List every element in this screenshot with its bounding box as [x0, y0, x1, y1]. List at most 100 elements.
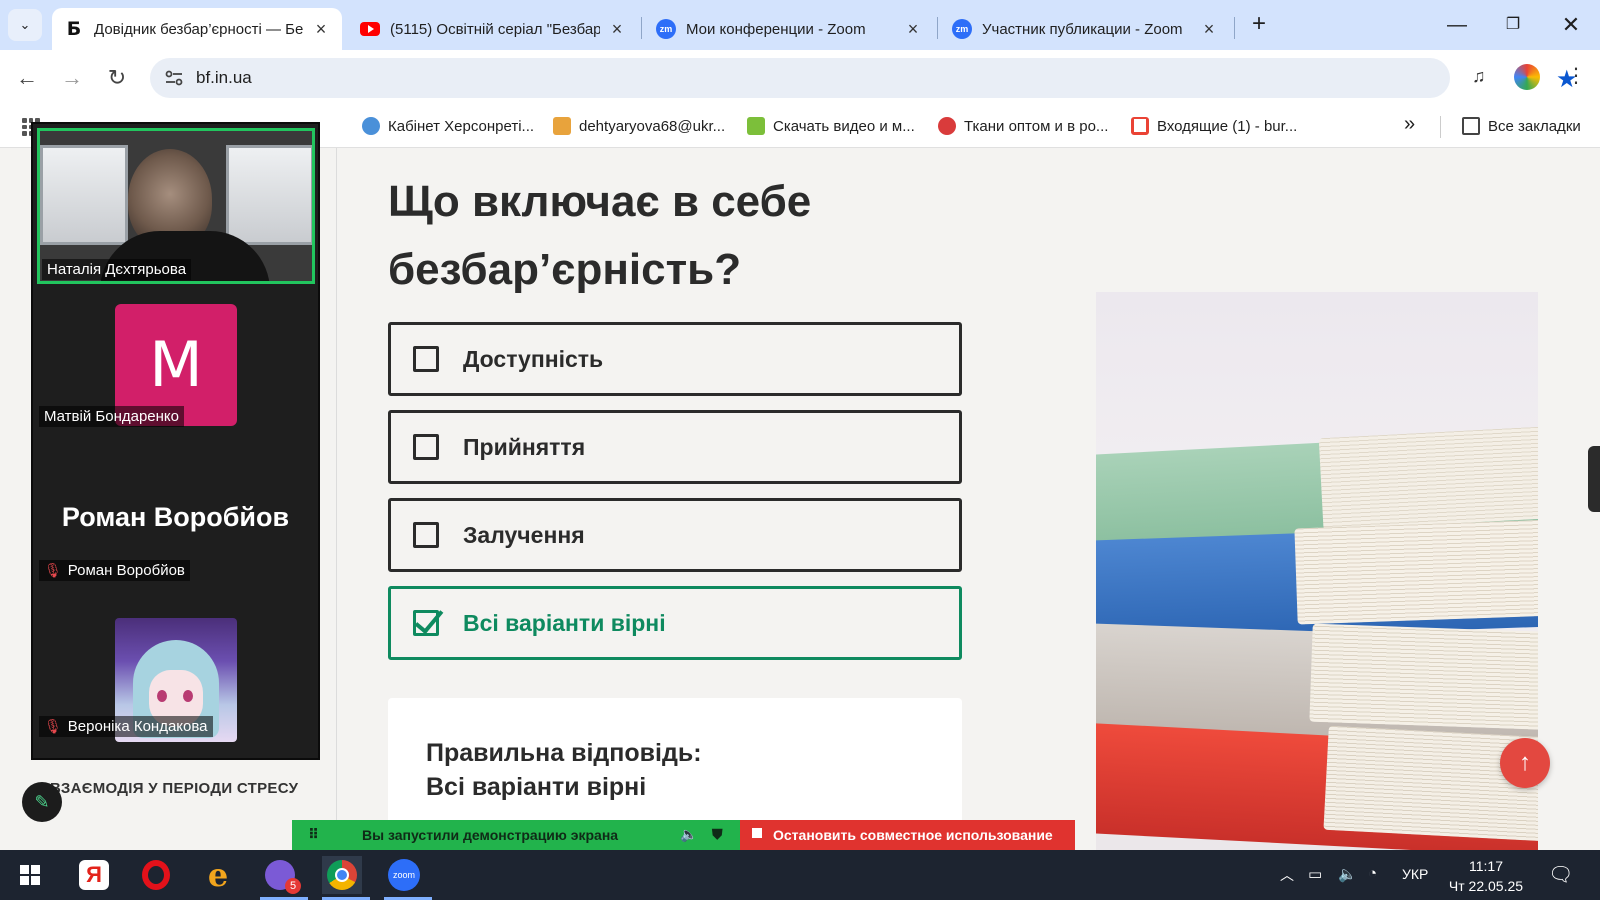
minimize-icon[interactable]: —	[1437, 10, 1477, 40]
chevron-down-icon: ⌄	[19, 17, 31, 32]
start-button[interactable]	[10, 856, 50, 894]
participant-name: Матвій Бондаренко	[39, 406, 184, 427]
network-icon[interactable]: ◔	[1368, 865, 1377, 882]
bookmark-label: Скачать видео и м...	[773, 117, 915, 135]
zoom-icon: zm	[952, 19, 972, 39]
browser-toolbar: ← → ↻ bf.in.ua ★ ♫ ⋮	[0, 50, 1600, 106]
bookmark-label: Входящие (1) - bur...	[1157, 117, 1298, 135]
bookmark-item[interactable]: Кабінет Херсонреті...	[362, 117, 534, 135]
answer-text: Всі варіанти вірні	[426, 773, 647, 801]
answer-option-inclusion[interactable]: Залучення	[388, 498, 962, 572]
stop-sharing-button[interactable]: Остановить совместное использование	[740, 820, 1075, 850]
battery-icon[interactable]: ▭	[1308, 865, 1322, 883]
window-close-icon[interactable]: ✕	[1551, 10, 1591, 40]
shield-icon: ⛊	[712, 826, 723, 842]
answer-option-accessibility[interactable]: Доступність	[388, 322, 962, 396]
sidebar-divider	[336, 148, 337, 850]
youtube-icon	[360, 19, 380, 39]
screen-share-status: ⠿ Вы запустили демонстрацию экрана 🔈 ⛊	[292, 820, 740, 850]
chrome-icon[interactable]	[322, 856, 370, 900]
windows-taskbar: Я e 5 zoom ︿ ▭ 🔈 ◔ УКР 11:17 Чт 22.05.25…	[0, 850, 1600, 900]
edge-icon[interactable]: e	[198, 856, 238, 894]
media-controls-icon[interactable]: ♫	[1472, 66, 1486, 87]
answer-heading: Правильна відповідь:	[426, 739, 702, 767]
participant-video-tile[interactable]: Наталія Дєхтярьова	[37, 128, 315, 284]
bookmark-item[interactable]: Ткани оптом и в ро...	[938, 117, 1108, 135]
close-icon[interactable]: ×	[904, 19, 922, 40]
close-icon[interactable]: ×	[312, 19, 330, 40]
section-nav-label[interactable]: ВЗАЄМОДІЯ У ПЕРІОДИ СТРЕСУ	[50, 776, 300, 801]
option-label: Залучення	[463, 521, 585, 548]
participant-name-tag: 🎙 Роман Воробйов	[39, 560, 190, 581]
back-arrow-icon[interactable]: ←	[13, 64, 41, 92]
notification-badge: 5	[285, 878, 301, 894]
bookmark-item[interactable]: Скачать видео и м...	[747, 117, 915, 135]
question-title: Що включає в себе безбар’єрність?	[388, 177, 812, 294]
stop-icon	[752, 828, 762, 838]
site-settings-icon[interactable]	[164, 68, 184, 88]
viber-icon[interactable]: 5	[260, 856, 308, 900]
close-icon[interactable]: ×	[1200, 19, 1218, 40]
answer-option-all-correct[interactable]: Всі варіанти вірні	[388, 586, 962, 660]
bookmark-favicon-icon	[747, 117, 765, 135]
close-icon[interactable]: ×	[608, 19, 626, 40]
tab-search-button[interactable]: ⌄	[8, 9, 42, 41]
bookmark-favicon-icon	[938, 117, 956, 135]
new-tab-button[interactable]: +	[1246, 12, 1272, 38]
option-label: Всі варіанти вірні	[463, 609, 666, 636]
volume-icon[interactable]: 🔈	[1338, 865, 1357, 883]
tab-zoom-conferences[interactable]: zm Мои конференции - Zoom ×	[644, 8, 934, 50]
all-bookmarks-button[interactable]: Все закладки	[1462, 117, 1581, 135]
tab-title: Участник публикации - Zoom	[982, 20, 1183, 38]
gmail-icon	[1131, 117, 1149, 135]
checkbox-icon[interactable]	[413, 522, 439, 548]
tab-zoom-publication[interactable]: zm Участник публикации - Zoom ×	[940, 8, 1230, 50]
url-text: bf.in.ua	[196, 68, 252, 87]
mic-muted-icon: 🎙	[44, 562, 62, 578]
tray-chevron-icon[interactable]: ︿	[1280, 865, 1294, 885]
books-stack-image	[1096, 292, 1538, 850]
bookmarks-overflow-button[interactable]: »	[1404, 113, 1415, 136]
forward-arrow-icon[interactable]: →	[58, 64, 86, 92]
scroll-to-top-button[interactable]: ↑	[1500, 738, 1550, 788]
scroll-indicator[interactable]	[1588, 446, 1600, 512]
tab-youtube[interactable]: (5115) Освітній серіал "Безбар ×	[348, 8, 638, 50]
bookmark-item[interactable]: Входящие (1) - bur...	[1131, 117, 1297, 135]
zoom-app-icon[interactable]: zoom	[384, 856, 432, 900]
stop-sharing-label: Остановить совместное использование	[773, 827, 1053, 843]
opera-icon[interactable]	[136, 856, 176, 894]
participant-name: Вероніка Кондакова	[67, 718, 208, 735]
speaker-icon[interactable]: 🔈	[680, 826, 697, 843]
windows-logo-icon	[20, 865, 40, 885]
system-clock[interactable]: 11:17 Чт 22.05.25	[1446, 856, 1526, 896]
zoom-participants-panel: Наталія Дєхтярьова M Матвій Бондаренко Р…	[31, 122, 320, 760]
participant-name-tag: 🎙 Вероніка Кондакова	[39, 716, 213, 737]
more-menu-icon[interactable]: ⋮	[1566, 63, 1586, 88]
answer-option-acceptance[interactable]: Прийняття	[388, 410, 962, 484]
tab-accessibility-guide[interactable]: Б Довідник безбар’єрності — Бе ×	[52, 8, 342, 50]
drag-handle-icon[interactable]: ⠿	[308, 826, 319, 843]
folder-icon	[1462, 117, 1480, 135]
zoom-icon: zm	[656, 19, 676, 39]
address-bar[interactable]: bf.in.ua ★	[150, 58, 1578, 98]
checkbox-icon[interactable]	[413, 346, 439, 372]
screen-share-bar: ⠿ Вы запустили демонстрацию экрана 🔈 ⛊ О…	[292, 820, 1075, 850]
reload-icon[interactable]: ↻	[103, 64, 131, 92]
bookmark-label: dehtyaryova68@ukr...	[579, 117, 726, 135]
notifications-icon[interactable]: 🗨	[1548, 862, 1573, 887]
bookmark-label: Кабінет Херсонреті...	[388, 117, 535, 135]
bookmark-item[interactable]: dehtyaryova68@ukr...	[553, 117, 725, 135]
letter-b-icon: Б	[66, 18, 82, 40]
pencil-icon[interactable]: ✎	[22, 782, 62, 822]
bookmark-label: Ткани оптом и в ро...	[964, 117, 1109, 135]
profile-avatar[interactable]	[1514, 64, 1540, 90]
tab-title: (5115) Освітній серіал "Безбар	[390, 20, 600, 38]
checkbox-icon[interactable]	[413, 434, 439, 460]
participant-name: Роман Воробйов	[67, 562, 185, 579]
restore-icon[interactable]: ❐	[1493, 10, 1533, 40]
bookmark-favicon-icon	[362, 117, 380, 135]
language-indicator[interactable]: УКР	[1402, 866, 1428, 882]
yandex-browser-icon[interactable]: Я	[74, 856, 114, 894]
checkbox-checked-icon[interactable]	[413, 610, 439, 636]
bookmark-favicon-icon	[553, 117, 571, 135]
